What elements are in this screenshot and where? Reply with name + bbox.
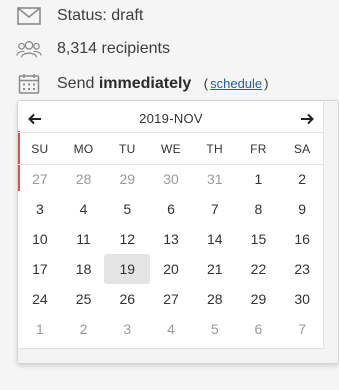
calendar-day[interactable]: 9 xyxy=(279,194,325,224)
calendar-day[interactable]: 16 xyxy=(279,224,325,254)
schedule-link[interactable]: schedule xyxy=(210,76,262,91)
calendar-day[interactable]: 1 xyxy=(17,314,63,344)
datepicker: 2019-NOV SU MO TU WE TH FR SA 27 28 29 30 31 1 2 3 4 5 6… xyxy=(17,100,339,364)
paren-open: ( xyxy=(203,76,209,91)
calendar-week-row: 24 25 26 27 28 29 30 xyxy=(18,284,324,314)
send-text: Send immediately (schedule) xyxy=(57,75,269,93)
calendar-day[interactable]: 6 xyxy=(148,194,194,224)
calendar-week-row: 27 28 29 30 31 1 2 xyxy=(18,164,324,194)
calendar-day[interactable]: 31 xyxy=(192,164,238,194)
send-mode: immediately xyxy=(98,75,192,92)
weekday-label: MO xyxy=(73,141,94,156)
calendar-day[interactable]: 3 xyxy=(17,194,63,224)
calendar-day[interactable]: 4 xyxy=(61,194,107,224)
calendar-week-row: 3456789 xyxy=(18,194,324,224)
calendar-week-row: 17 18 19 20 21 22 23 xyxy=(18,254,324,284)
arrow-right-icon xyxy=(301,113,314,125)
calendar-day[interactable]: 12 xyxy=(104,224,150,254)
calendar-icon xyxy=(16,72,42,96)
calendar-day[interactable]: 28 xyxy=(61,164,107,194)
calendar-day[interactable]: 28 xyxy=(192,284,238,314)
users-icon xyxy=(16,37,42,61)
calendar-day[interactable]: 3 xyxy=(104,314,150,344)
calendar-day[interactable]: 2 xyxy=(279,164,325,194)
next-month-button[interactable] xyxy=(296,108,318,130)
weekday-label: SU xyxy=(31,141,49,156)
calendar-week-row: 1234567 xyxy=(18,314,324,344)
vertical-scrollbar[interactable] xyxy=(323,101,338,363)
weekday-label: FR xyxy=(250,141,267,156)
calendar-day[interactable]: 11 xyxy=(61,224,107,254)
horizontal-scrollbar[interactable] xyxy=(18,348,324,363)
weekday-label: SA xyxy=(293,141,311,156)
calendar-week-row: 10 11 12 13 14 15 16 xyxy=(18,224,324,254)
calendar-day[interactable]: 8 xyxy=(236,194,282,224)
weekday-divider xyxy=(18,164,324,165)
calendar-day[interactable]: 14 xyxy=(192,224,238,254)
calendar-day[interactable]: 17 xyxy=(17,254,63,284)
calendar-day[interactable]: 13 xyxy=(148,224,194,254)
calendar-day[interactable]: 22 xyxy=(236,254,282,284)
recipients-text: 8,314 recipients xyxy=(57,40,170,57)
calendar-day[interactable]: 7 xyxy=(279,314,325,344)
calendar-day[interactable]: 27 xyxy=(17,164,63,194)
weekday-label: TH xyxy=(206,141,224,156)
calendar-day[interactable]: 24 xyxy=(17,284,63,314)
calendar-day[interactable]: 4 xyxy=(148,314,194,344)
calendar-day[interactable]: 2 xyxy=(61,314,107,344)
calendar-day[interactable]: 27 xyxy=(148,284,194,314)
calendar-day[interactable]: 1 xyxy=(236,164,282,194)
status-text: Status: draft xyxy=(57,7,144,24)
weekday-header: SU MO TU WE TH FR SA xyxy=(18,133,324,164)
datepicker-title[interactable]: 2019-NOV xyxy=(18,111,324,126)
paren-close: ) xyxy=(264,76,269,91)
calendar-day[interactable]: 29 xyxy=(104,164,150,194)
calendar-day[interactable]: 5 xyxy=(192,314,238,344)
envelope-icon xyxy=(16,4,42,28)
calendar-day[interactable]: 23 xyxy=(279,254,325,284)
calendar-day[interactable]: 26 xyxy=(104,284,150,314)
status-row: Status: draft xyxy=(0,1,339,31)
calendar-day[interactable]: 18 xyxy=(61,254,107,284)
calendar-day[interactable]: 5 xyxy=(104,194,150,224)
send-prefix: Send xyxy=(57,75,95,92)
weekday-label: WE xyxy=(161,141,181,156)
weekday-label: TU xyxy=(118,141,136,156)
send-row: Send immediately (schedule) xyxy=(0,69,339,99)
calendar-day[interactable]: 15 xyxy=(236,224,282,254)
calendar-day[interactable]: 30 xyxy=(148,164,194,194)
calendar-day[interactable]: 20 xyxy=(148,254,194,284)
calendar-day[interactable]: 30 xyxy=(279,284,325,314)
calendar-day[interactable]: 21 xyxy=(192,254,238,284)
schedule-wrapper: (schedule) xyxy=(204,76,269,91)
calendar-day[interactable]: 29 xyxy=(236,284,282,314)
calendar-day[interactable]: 10 xyxy=(17,224,63,254)
recipients-row: 8,314 recipients xyxy=(0,34,339,64)
calendar-day-selected[interactable]: 19 xyxy=(104,254,151,284)
calendar-day[interactable]: 7 xyxy=(192,194,238,224)
calendar-day[interactable]: 25 xyxy=(61,284,107,314)
calendar-day[interactable]: 6 xyxy=(236,314,282,344)
